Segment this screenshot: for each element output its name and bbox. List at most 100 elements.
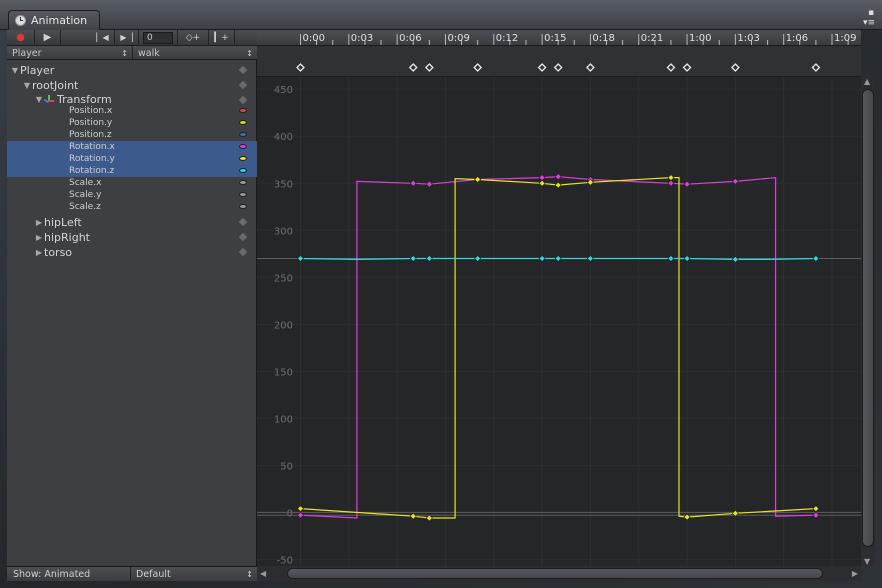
curve-key-point[interactable] bbox=[554, 173, 562, 181]
ruler-svg: 0:00 0:03 0:06 0:09 0:12 0:15 0:18 0:21 1:00 1:03… bbox=[299, 33, 856, 45]
curve-mode-selector[interactable]: Default ↕ bbox=[131, 567, 257, 581]
keyframe-diamond[interactable] bbox=[408, 63, 418, 72]
curve-key-point[interactable] bbox=[474, 255, 482, 262]
hierarchy-item-position-x[interactable]: Position.x bbox=[7, 105, 257, 117]
hierarchy-item-player[interactable]: ▼ Player bbox=[7, 63, 257, 77]
curve-key-point[interactable] bbox=[474, 176, 482, 183]
curve-rotation-y[interactable] bbox=[300, 176, 816, 519]
hierarchy-item-rotation-z[interactable]: Rotation.z bbox=[7, 165, 257, 177]
curve-key-point[interactable] bbox=[425, 514, 433, 522]
curve-key-point[interactable] bbox=[409, 512, 417, 520]
curve-key-point[interactable] bbox=[297, 505, 304, 513]
hierarchy-item-position-y[interactable]: Position.y bbox=[7, 117, 257, 129]
collapsed-arrow-icon[interactable]: ▶ bbox=[34, 248, 44, 257]
prev-keyframe-button[interactable]: ▏◀ bbox=[91, 29, 115, 46]
show-filter[interactable]: Show: Animated bbox=[7, 567, 131, 581]
curve-key-point[interactable] bbox=[812, 505, 820, 513]
curve-key-point[interactable] bbox=[538, 255, 546, 262]
clip-selector[interactable]: walk ↕ bbox=[133, 46, 257, 60]
keyframe-diamond[interactable] bbox=[424, 63, 434, 72]
curve-key-point[interactable] bbox=[812, 511, 820, 519]
keyframe-diamond-icon[interactable] bbox=[238, 80, 248, 90]
horizontal-scrollbar[interactable]: ◀ ▶ bbox=[257, 566, 861, 581]
keyframe-diamond[interactable] bbox=[553, 63, 563, 72]
maximize-icon[interactable]: ▪ bbox=[866, 8, 876, 18]
horizontal-scroll-thumb[interactable] bbox=[287, 568, 823, 579]
keyframe-diamond-icon[interactable] bbox=[238, 247, 248, 257]
object-selector[interactable]: Player ↕ bbox=[7, 46, 133, 60]
prev-key-icon: ▏◀ bbox=[96, 33, 109, 42]
keyframe-diamond-icon[interactable] bbox=[238, 95, 248, 104]
add-event-button[interactable]: ▎+ bbox=[209, 29, 235, 46]
keyframe-diamond[interactable] bbox=[730, 63, 740, 72]
play-button[interactable]: ▶ bbox=[35, 29, 61, 46]
curve-key-point[interactable] bbox=[667, 179, 675, 187]
title-bar: Animation ▪ ▾≡ bbox=[0, 0, 882, 30]
curve-key-point[interactable] bbox=[667, 255, 675, 262]
curve-key-point[interactable] bbox=[297, 255, 304, 262]
curve-key-point[interactable] bbox=[667, 174, 675, 182]
hierarchy-item-label: Rotation.y bbox=[69, 154, 115, 164]
keyframe-diamond-icon[interactable] bbox=[238, 232, 248, 242]
curve-key-point[interactable] bbox=[425, 255, 433, 262]
add-keyframe-button[interactable]: ◇+ bbox=[177, 29, 209, 46]
hierarchy-item-position-z[interactable]: Position.z bbox=[7, 129, 257, 141]
keyframe-diamond[interactable] bbox=[473, 63, 483, 72]
vertical-scrollbar[interactable]: ▲ ▼ bbox=[861, 77, 875, 566]
curve-key-point[interactable] bbox=[683, 180, 691, 188]
scroll-up-icon[interactable]: ▲ bbox=[864, 77, 870, 86]
expanded-arrow-icon[interactable]: ▼ bbox=[10, 66, 20, 75]
keyframe-diamond[interactable] bbox=[585, 63, 595, 72]
keyframe-diamond[interactable] bbox=[811, 63, 821, 72]
curve-key-point[interactable] bbox=[538, 179, 546, 187]
hierarchy-item-rootjoint[interactable]: ▼ rootJoint bbox=[7, 78, 257, 92]
hierarchy-item-rotation-x[interactable]: Rotation.x bbox=[7, 141, 257, 153]
scroll-right-icon[interactable]: ▶ bbox=[852, 569, 858, 578]
timeline-ruler[interactable]: 0:00 0:03 0:06 0:09 0:12 0:15 0:18 0:21 1:00 1:03… bbox=[257, 30, 861, 46]
curve-key-point[interactable] bbox=[409, 255, 417, 262]
curve-key-point[interactable] bbox=[731, 256, 739, 263]
dropdown-icon: ↕ bbox=[121, 48, 128, 58]
hierarchy-item-scale-y[interactable]: Scale.y bbox=[7, 189, 257, 201]
curve-key-point[interactable] bbox=[409, 179, 417, 187]
tab-menu-icon[interactable]: ▾≡ bbox=[862, 18, 876, 28]
scroll-left-icon[interactable]: ◀ bbox=[260, 569, 266, 578]
hierarchy-item-hipleft[interactable]: ▶ hipLeft bbox=[7, 215, 257, 229]
scroll-down-icon[interactable]: ▼ bbox=[864, 557, 870, 566]
collapsed-arrow-icon[interactable]: ▶ bbox=[34, 233, 44, 242]
keyframe-diamond[interactable] bbox=[296, 63, 305, 72]
keyframe-diamond[interactable] bbox=[537, 63, 547, 72]
keyframe-diamond-icon[interactable] bbox=[238, 217, 248, 227]
curve-key-point[interactable] bbox=[812, 255, 820, 262]
frame-field[interactable]: 0 bbox=[143, 31, 173, 44]
curve-rotation-x[interactable] bbox=[300, 176, 816, 519]
curve-editor[interactable]: 450 400 350 300 250 200 150 100 50 0 -50 bbox=[257, 77, 861, 566]
curve-key-point[interactable] bbox=[683, 255, 691, 262]
y-tick-label: 0 bbox=[287, 508, 293, 519]
curve-key-point[interactable] bbox=[554, 255, 562, 262]
keyframe-diamond[interactable] bbox=[682, 63, 692, 72]
hierarchy-item-rotation-y[interactable]: Rotation.y bbox=[7, 153, 257, 165]
curve-key-point[interactable] bbox=[538, 174, 546, 182]
expanded-arrow-icon[interactable]: ▼ bbox=[34, 95, 44, 104]
keyframe-row[interactable] bbox=[257, 46, 861, 77]
y-tick-label: 350 bbox=[274, 179, 293, 190]
hierarchy-item-hipright[interactable]: ▶ hipRight bbox=[7, 230, 257, 244]
record-button[interactable]: ● bbox=[7, 29, 35, 46]
vertical-scroll-thumb[interactable] bbox=[862, 89, 874, 547]
curve-color-icon bbox=[239, 168, 247, 173]
ruler-label: 1:03 bbox=[737, 33, 759, 44]
next-keyframe-button[interactable]: ▶▕ bbox=[115, 29, 139, 46]
ruler-label: 0:06 bbox=[399, 33, 421, 44]
collapsed-arrow-icon[interactable]: ▶ bbox=[34, 218, 44, 227]
curve-key-point[interactable] bbox=[425, 180, 433, 188]
hierarchy-item-scale-x[interactable]: Scale.x bbox=[7, 177, 257, 189]
curve-key-point[interactable] bbox=[297, 511, 304, 519]
expanded-arrow-icon[interactable]: ▼ bbox=[22, 81, 32, 90]
keyframe-diamond[interactable] bbox=[666, 63, 676, 72]
keyframe-diamond-icon[interactable] bbox=[238, 65, 248, 75]
hierarchy-item-torso[interactable]: ▶ torso bbox=[7, 245, 257, 259]
hierarchy-item-scale-z[interactable]: Scale.z bbox=[7, 201, 257, 213]
tab-animation[interactable]: Animation bbox=[8, 10, 100, 30]
curve-key-point[interactable] bbox=[586, 255, 594, 262]
